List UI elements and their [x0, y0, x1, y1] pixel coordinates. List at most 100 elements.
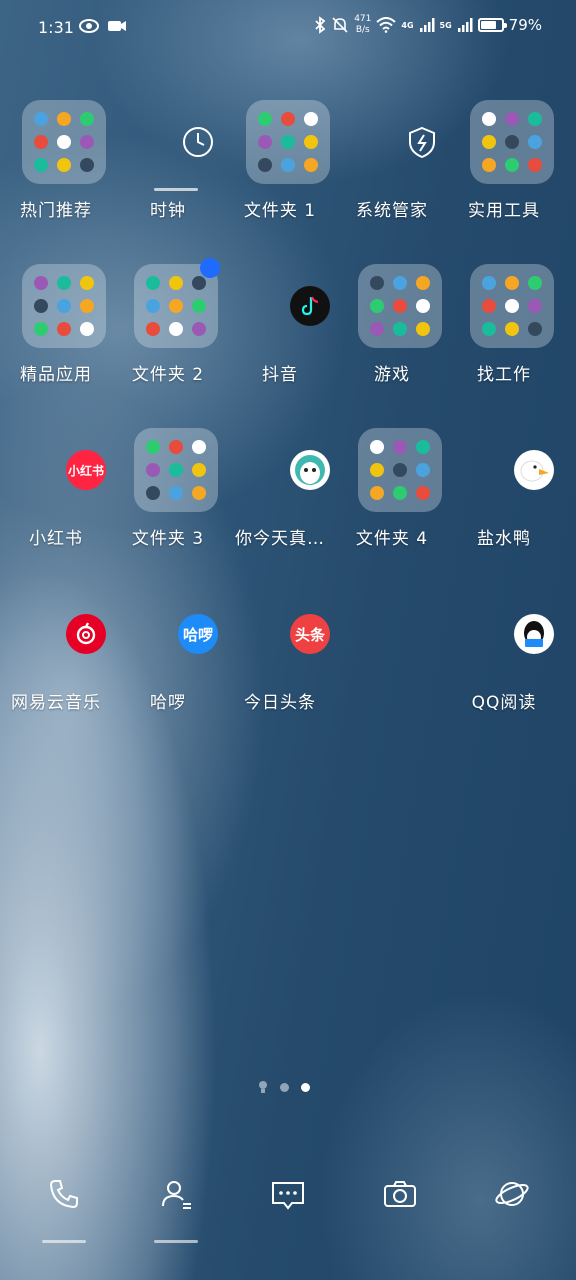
mini-app-icon [56, 134, 71, 149]
app-qq-reader[interactable]: QQ阅读 [448, 592, 560, 713]
app-folder-1[interactable]: 文件夹 1 [224, 100, 336, 221]
mini-app-icon [415, 321, 430, 336]
app-folder-3[interactable]: 文件夹 3 [112, 428, 224, 549]
app-netease-music[interactable]: 网易云音乐 [0, 592, 112, 713]
mini-app-icon [392, 276, 407, 291]
mini-app-icon [415, 440, 430, 455]
mini-app-icon [415, 485, 430, 500]
mini-app-icon [34, 276, 49, 291]
app-featured-apps[interactable]: 精品应用 [0, 264, 112, 385]
dock-phone[interactable] [36, 1170, 92, 1243]
camera-icon [384, 1181, 416, 1207]
app-games[interactable]: 游戏 [336, 264, 448, 385]
app-label: 精品应用 [20, 365, 92, 385]
page-dot[interactable] [280, 1082, 289, 1092]
status-bar: 1:31 471 B/s 4G 5G 79% [0, 0, 576, 56]
app-folder-2[interactable]: 文件夹 2 [112, 258, 224, 385]
mini-app-icon [258, 134, 273, 149]
app-label: 盐水鸭 [477, 529, 531, 549]
network-type-1: 4G [401, 20, 414, 30]
battery-fill [480, 21, 497, 29]
app-xiaohongshu[interactable]: 小红书 小红书 [0, 428, 112, 549]
app-label: 时钟 [150, 201, 186, 221]
app-label: 找工作 [477, 365, 531, 385]
mini-app-icon [370, 462, 385, 477]
app-job-search[interactable]: 找工作 [448, 264, 560, 385]
app-panda-app[interactable]: 你今天真… [224, 428, 336, 549]
app-clock[interactable]: 时钟 [112, 100, 224, 221]
app-tile [358, 100, 442, 184]
app-tile [22, 592, 106, 676]
featured-apps-folder-icon [22, 264, 106, 348]
app-folder-4[interactable]: 文件夹 4 [336, 428, 448, 549]
mute-bell-icon [332, 17, 348, 33]
app-tile [246, 264, 330, 348]
app-label: 你今天真… [235, 529, 325, 549]
mini-app-icon [504, 157, 519, 172]
dock-camera[interactable] [372, 1170, 428, 1242]
mini-app-icon [280, 134, 295, 149]
app-icon-text: 哈啰 [182, 625, 213, 644]
app-label: 文件夹 4 [355, 529, 429, 549]
mini-app-icon [56, 298, 71, 313]
app-label: 抖音 [262, 365, 298, 385]
mini-app-icon [482, 112, 497, 127]
mini-app-icon [56, 276, 71, 291]
mini-app-icon [168, 485, 183, 500]
xiaohongshu-icon: 小红书 [66, 450, 106, 490]
mini-app-icon [415, 462, 430, 477]
mini-app-icon [168, 276, 183, 291]
phone-icon [49, 1180, 78, 1209]
mini-app-icon [258, 157, 273, 172]
app-label: 文件夹 1 [243, 201, 317, 221]
page-indicator[interactable] [258, 1080, 310, 1094]
eye-icon [79, 19, 99, 33]
app-hellobike[interactable]: 哈啰 哈啰 [112, 592, 224, 713]
app-label: 网易云音乐 [11, 693, 101, 713]
dock-contacts[interactable] [148, 1170, 204, 1243]
app-shield[interactable]: 系统管家 [336, 100, 448, 221]
page-dot-active[interactable] [301, 1082, 310, 1092]
dock-browser[interactable] [484, 1170, 540, 1242]
dock [0, 1170, 576, 1250]
mini-app-icon [79, 157, 94, 172]
folder-1-icon [246, 100, 330, 184]
mini-app-icon [280, 112, 295, 127]
mini-app-icon [146, 485, 161, 500]
mini-app-icon [258, 112, 273, 127]
mini-app-icon [527, 134, 542, 149]
app-hot-recommend[interactable]: 热门推荐 [0, 100, 112, 221]
app-douyin[interactable]: 抖音 [224, 264, 336, 385]
mini-app-icon [79, 321, 94, 336]
job-search-folder-icon [470, 264, 554, 348]
hot-recommend-folder-icon [22, 100, 106, 184]
mini-app-icon [392, 321, 407, 336]
douyin-icon [290, 286, 330, 326]
app-utilities[interactable]: 实用工具 [448, 100, 560, 221]
signal-icon-2 [457, 18, 473, 32]
app-label: 小红书 [29, 529, 83, 549]
app-toutiao[interactable]: 头条 今日头条 [224, 592, 336, 713]
mini-app-icon [504, 112, 519, 127]
mini-app-icon [482, 321, 497, 336]
browser-icon [495, 1182, 529, 1206]
shield-icon [402, 122, 442, 162]
app-label: 热门推荐 [20, 201, 92, 221]
mini-app-icon [146, 276, 161, 291]
mini-app-icon [146, 321, 161, 336]
mini-app-icon [482, 276, 497, 291]
mini-app-icon [482, 298, 497, 313]
dock-messages[interactable] [260, 1170, 316, 1242]
folder-4-icon [358, 428, 442, 512]
app-tile: 哈啰 [134, 592, 218, 676]
netease-music-icon [66, 614, 106, 654]
mini-app-icon [56, 157, 71, 172]
network-type-2: 5G [439, 20, 452, 30]
mini-app-icon [370, 321, 385, 336]
mini-app-icon [392, 485, 407, 500]
lightbulb-page-icon[interactable] [258, 1080, 268, 1094]
mini-app-icon [415, 276, 430, 291]
mini-app-icon [504, 134, 519, 149]
app-duck[interactable]: 盐水鸭 [448, 428, 560, 549]
app-tile: 小红书 [22, 428, 106, 512]
